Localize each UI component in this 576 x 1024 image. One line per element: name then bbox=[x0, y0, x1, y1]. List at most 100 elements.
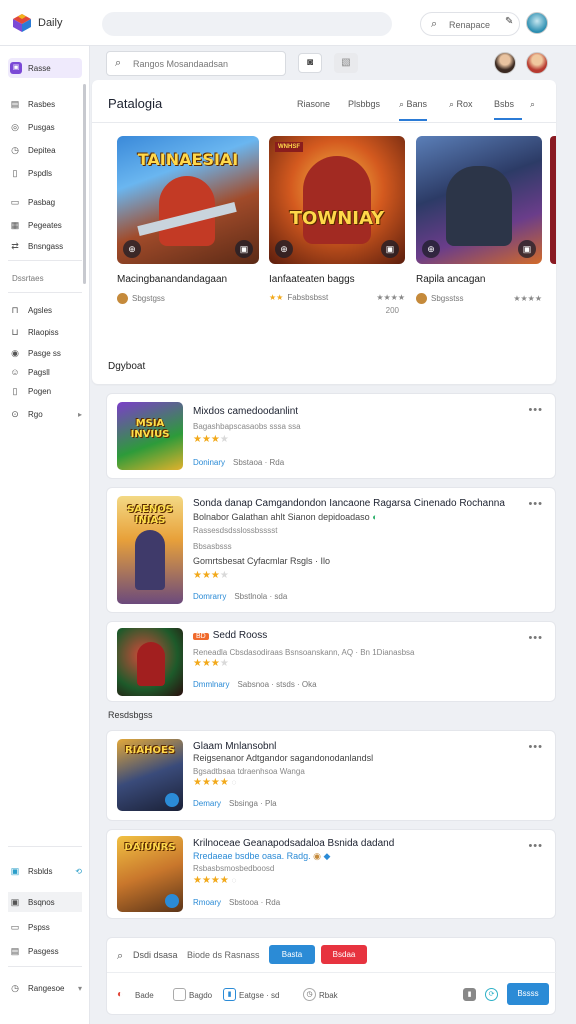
row-link[interactable]: Doninary bbox=[193, 458, 225, 467]
verified-icon bbox=[165, 793, 179, 807]
more-options-icon[interactable]: ••• bbox=[528, 632, 543, 644]
sidebar-item-agsles[interactable]: ⊓ Agsles bbox=[8, 300, 82, 320]
pencil-icon[interactable]: ✎ bbox=[505, 16, 513, 27]
game-cover-image: TAINAESIAI ⊕ ▣ bbox=[117, 136, 259, 264]
sidebar-scrollbar[interactable] bbox=[83, 84, 86, 284]
sidebar-item-rangesoe[interactable]: ◷ Rangesoe ▾ bbox=[8, 978, 82, 998]
search-icon: ⌕ bbox=[431, 18, 438, 30]
bottom-item[interactable]: Rbak bbox=[319, 991, 338, 1000]
primary-action-button[interactable]: Basta bbox=[269, 945, 315, 964]
list-item[interactable]: SAENOS INIAS Sonda danap Camgandondon Ia… bbox=[106, 487, 556, 613]
sidebar-item-pasgess[interactable]: ▤ Pasgess bbox=[8, 941, 82, 961]
sidebar-item-rasbes[interactable]: ▤ Rasbes bbox=[8, 94, 82, 114]
settings-icon[interactable]: ▮ bbox=[463, 988, 476, 1001]
sidebar-item-pogen[interactable]: ▯ Pogen bbox=[8, 381, 82, 401]
list-item[interactable]: DAIUNRS Krilnoceae Geanapodsadaloa Bsnid… bbox=[106, 829, 556, 919]
character-figure bbox=[137, 642, 165, 686]
gallery-button[interactable]: ▧ bbox=[334, 53, 358, 73]
checkbox-icon[interactable] bbox=[173, 988, 186, 1001]
game-thumbnail: RIAHOES bbox=[117, 739, 183, 811]
bottom-item[interactable]: Eatgse · sd bbox=[239, 991, 279, 1000]
home-icon: ▣ bbox=[10, 62, 22, 74]
controller-icon: ▣ bbox=[381, 240, 399, 258]
friend-avatar[interactable] bbox=[526, 52, 548, 74]
game-thumbnail: MSIA INVIUS bbox=[117, 402, 183, 470]
sidebar-item-label: Pasge ss bbox=[28, 348, 61, 358]
search-icon: ⌕ bbox=[399, 99, 407, 109]
more-options-icon[interactable]: ••• bbox=[528, 404, 543, 416]
main-search-input[interactable]: ⌕ Rangos Mosandaadsan bbox=[106, 51, 286, 76]
row-tag[interactable]: Bbsasbsss bbox=[193, 542, 232, 551]
bottom-item[interactable]: Bagdo bbox=[189, 991, 212, 1000]
camera-button[interactable]: ◙ bbox=[298, 53, 322, 73]
tab-bsbs[interactable]: Bsbs bbox=[494, 99, 522, 120]
featured-meta: Sbgsstss ★★★★ bbox=[416, 293, 542, 304]
more-options-icon[interactable]: ••• bbox=[528, 840, 543, 852]
rating-stars: ★★★★ ◌ bbox=[193, 777, 237, 788]
sidebar-item-bnsngass[interactable]: ⇄ Bnsngass bbox=[8, 236, 82, 256]
top-search-label: Renapace bbox=[449, 20, 491, 30]
sidebar-item-rsblds[interactable]: ▣ Rsblds ⟲ bbox=[8, 861, 82, 881]
more-options-icon[interactable]: ••• bbox=[528, 498, 543, 510]
featured-card[interactable]: ⊕ ▣ Rapila ancagan Sbgsstss ★★★★ bbox=[416, 136, 542, 304]
sidebar-item-label: Rlaopiss bbox=[28, 327, 59, 337]
bottom-meta-text: Biode ds Rasnass bbox=[187, 950, 260, 960]
sidebar-item-pegeates[interactable]: ▦ Pegeates bbox=[8, 215, 82, 235]
sidebar-item-rlaopiss[interactable]: ⊔ Rlaopiss bbox=[8, 322, 82, 342]
publisher-name: Sbgsstss bbox=[431, 294, 464, 303]
document-icon: ▯ bbox=[12, 167, 18, 178]
featured-card[interactable]: TAINAESIAI ⊕ ▣ Macingbanandandagaan Sbgs… bbox=[117, 136, 259, 304]
danger-action-button[interactable]: Bsdaa bbox=[321, 945, 367, 964]
list-item[interactable]: BD Sedd Rooss Reneadla Cbsdasodiraas Bsns… bbox=[106, 621, 556, 702]
global-search-bar[interactable] bbox=[102, 12, 392, 36]
tab-rox[interactable]: ⌕ Rox bbox=[449, 99, 473, 119]
next-card-peek[interactable] bbox=[550, 136, 556, 264]
user-avatar[interactable] bbox=[526, 12, 548, 34]
sidebar-item-pspss[interactable]: ▭ Pspss bbox=[8, 917, 82, 937]
refresh-icon[interactable]: ⟳ bbox=[485, 988, 498, 1001]
row-subtext: Bgsadtbsaa tdraenhsoa Wanga bbox=[193, 767, 305, 776]
sidebar-item-pusgas[interactable]: ◎ Pusgas bbox=[8, 117, 82, 137]
app-logo-icon[interactable] bbox=[12, 13, 32, 33]
sidebar-item-pspdls[interactable]: ▯ Pspdls bbox=[8, 163, 82, 183]
search-icon: ⌕ bbox=[115, 57, 122, 69]
row-line: Rredaeae bsdbe oasa. Radg. ◉ ◆ bbox=[193, 851, 330, 862]
sidebar-item-label: Pegeates bbox=[28, 220, 62, 230]
tag-icon[interactable]: ▮ bbox=[223, 988, 236, 1001]
sidebar-item-pagsll[interactable]: ☺ Pagsll bbox=[8, 362, 82, 382]
sidebar-item-bsqnos[interactable]: ▣ Bsqnos bbox=[8, 892, 82, 912]
sidebar-item-label: Pspdls bbox=[28, 168, 53, 178]
row-link[interactable]: Dmmlnary bbox=[193, 680, 229, 689]
row-footer: Rmoary Sbstooa · Rda bbox=[193, 898, 280, 907]
person-icon: ☺ bbox=[10, 367, 20, 377]
row-link[interactable]: Domrarry bbox=[193, 592, 226, 601]
tab-plsbbgs[interactable]: Plsbbgs bbox=[348, 99, 380, 118]
platform-icon: ⊕ bbox=[422, 240, 440, 258]
featured-card[interactable]: WNHSF TOWNIAY ⊕ ▣ Ianfaateaten baggs ★★ F… bbox=[269, 136, 405, 315]
list-item[interactable]: RIAHOES Glaam Mnlansobnl Reigsenanor Adt… bbox=[106, 730, 556, 821]
rating-stars: ★★★★ ◌ bbox=[193, 875, 237, 886]
publisher-avatar bbox=[416, 293, 427, 304]
sidebar-item-rgo[interactable]: ⊙ Rgo ▸ bbox=[8, 404, 82, 424]
bottom-item[interactable]: Bade bbox=[135, 991, 154, 1000]
list-item[interactable]: MSIA INVIUS Mixdos camedoodanlint Bagash… bbox=[106, 393, 556, 479]
tab-riasone[interactable]: Riasone bbox=[297, 99, 330, 118]
sidebar-item-depitea[interactable]: ◷ Depitea bbox=[8, 140, 82, 160]
sidebar-item-pasbag[interactable]: ▭ Pasbag bbox=[8, 192, 82, 212]
sidebar-item-pasge[interactable]: ◉ Pasge ss bbox=[8, 343, 82, 363]
clock-icon[interactable]: ◷ bbox=[303, 988, 316, 1001]
bottom-search-text[interactable]: Dsdi dsasa bbox=[133, 950, 178, 960]
sidebar-item-label: Rasbes bbox=[28, 99, 56, 109]
sidebar-item-rasse[interactable]: ▣ Rasse bbox=[8, 58, 82, 78]
info-icon: ⊙ bbox=[11, 408, 19, 419]
row-link[interactable]: Demary bbox=[193, 799, 221, 808]
more-options-icon[interactable]: ••• bbox=[528, 741, 543, 753]
submit-button[interactable]: Bssss bbox=[507, 983, 549, 1005]
tab-bans[interactable]: ⌕ Bans bbox=[399, 99, 428, 121]
platform-icon: ⊕ bbox=[275, 240, 293, 258]
row-footer-meta: Sbstlnola · sda bbox=[234, 592, 288, 601]
tab-search-icon[interactable]: ⌕ bbox=[530, 99, 535, 119]
row-link[interactable]: Rmoary bbox=[193, 898, 221, 907]
friend-avatar[interactable] bbox=[494, 52, 516, 74]
file-icon: ▯ bbox=[12, 385, 18, 396]
